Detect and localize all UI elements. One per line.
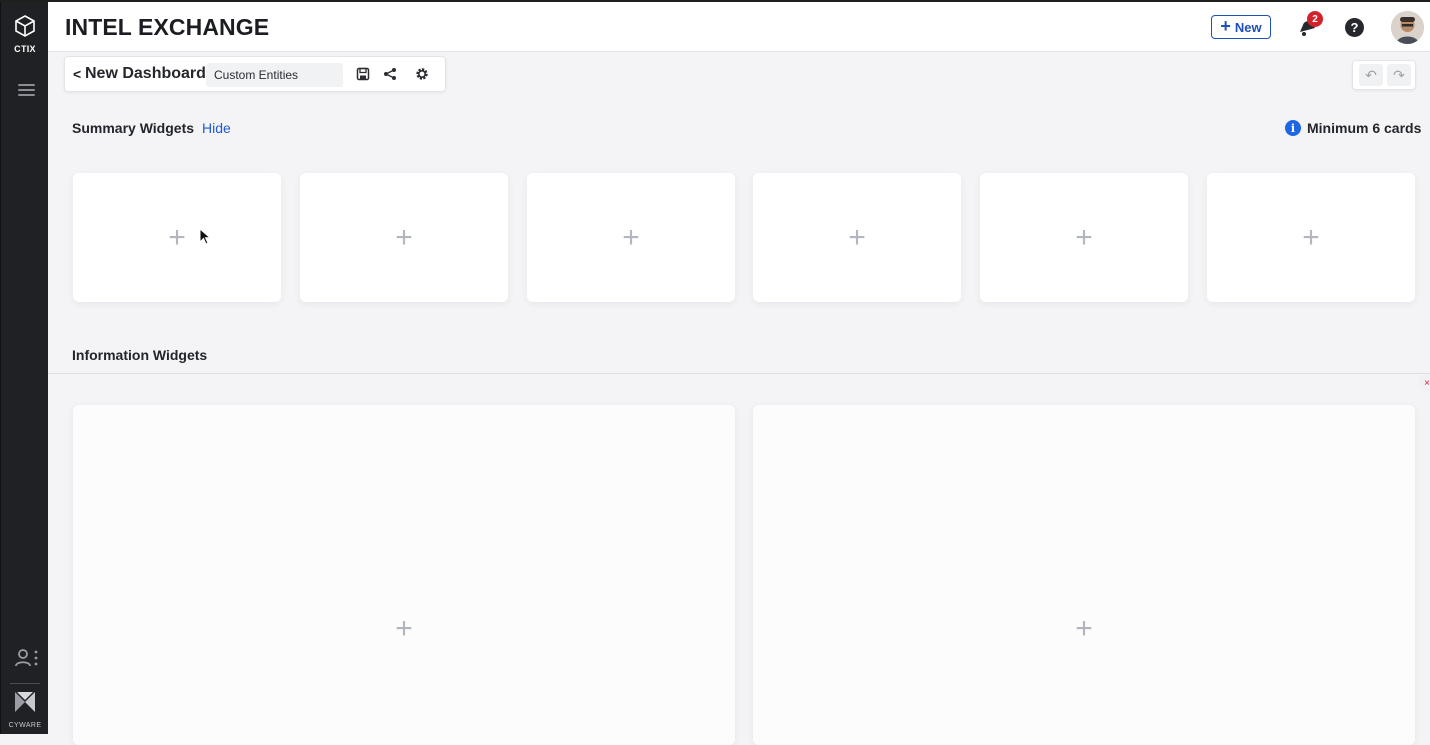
- new-button[interactable]: + New: [1211, 15, 1271, 39]
- summary-card-add[interactable]: +: [527, 173, 735, 302]
- undo-button[interactable]: ↶: [1359, 64, 1383, 86]
- info-icon: i: [1285, 120, 1301, 136]
- notification-badge: 2: [1307, 11, 1323, 27]
- information-card-add[interactable]: +: [73, 405, 735, 745]
- information-widgets-title: Information Widgets: [72, 347, 208, 363]
- cube-icon: [15, 15, 35, 37]
- add-icon: +: [168, 220, 186, 254]
- plus-icon: +: [1220, 16, 1231, 36]
- share-icon[interactable]: [383, 67, 399, 83]
- minimum-cards-label: Minimum 6 cards: [1307, 120, 1422, 136]
- dashboard-toolbar: < New Dashboard Custom Entities: [64, 56, 446, 92]
- avatar[interactable]: [1391, 11, 1424, 44]
- redo-button[interactable]: ↷: [1387, 64, 1411, 86]
- add-icon: +: [848, 220, 866, 254]
- app-title: INTEL EXCHANGE: [65, 14, 270, 40]
- summary-widgets-title: Summary Widgets: [72, 120, 195, 136]
- sidebar: CTIX CYWARE: [0, 2, 48, 734]
- ctix-logo[interactable]: CTIX: [1, 14, 49, 54]
- add-icon: +: [1075, 220, 1093, 254]
- summary-card-add[interactable]: +: [980, 173, 1188, 302]
- gear-icon[interactable]: [415, 67, 431, 83]
- ctix-label: CTIX: [14, 44, 36, 54]
- back-chevron-icon[interactable]: <: [73, 66, 81, 82]
- information-card-add[interactable]: +: [753, 405, 1415, 745]
- summary-card-add[interactable]: +: [73, 173, 281, 302]
- panel-close-icon[interactable]: ×: [1418, 374, 1430, 392]
- top-header: INTEL EXCHANGE + New 2 ?: [48, 2, 1430, 52]
- save-icon[interactable]: [356, 67, 372, 83]
- minimum-cards-note: i Minimum 6 cards: [1285, 120, 1421, 136]
- entity-select[interactable]: Custom Entities: [206, 63, 343, 87]
- add-icon: +: [622, 220, 640, 254]
- add-icon: +: [395, 611, 413, 645]
- section-divider: [48, 373, 1430, 374]
- cyware-logo: CYWARE: [1, 690, 49, 729]
- add-icon: +: [1075, 611, 1093, 645]
- sidebar-divider: [10, 683, 40, 684]
- dashboard-name: New Dashboard: [85, 65, 206, 82]
- add-icon: +: [1302, 220, 1320, 254]
- summary-card-add[interactable]: +: [1207, 173, 1415, 302]
- hide-summary-link[interactable]: Hide: [202, 120, 231, 136]
- mouse-cursor-icon: [199, 228, 211, 245]
- summary-card-add[interactable]: +: [300, 173, 508, 302]
- cyware-icon: [15, 692, 35, 712]
- new-button-label: New: [1234, 19, 1262, 35]
- help-icon[interactable]: ?: [1345, 18, 1364, 37]
- cyware-label: CYWARE: [8, 722, 42, 729]
- summary-card-add[interactable]: +: [753, 173, 961, 302]
- user-settings-icon[interactable]: [15, 648, 39, 668]
- hamburger-menu-icon[interactable]: [18, 84, 35, 98]
- add-icon: +: [395, 220, 413, 254]
- undo-redo-group: ↶ ↷: [1352, 60, 1416, 90]
